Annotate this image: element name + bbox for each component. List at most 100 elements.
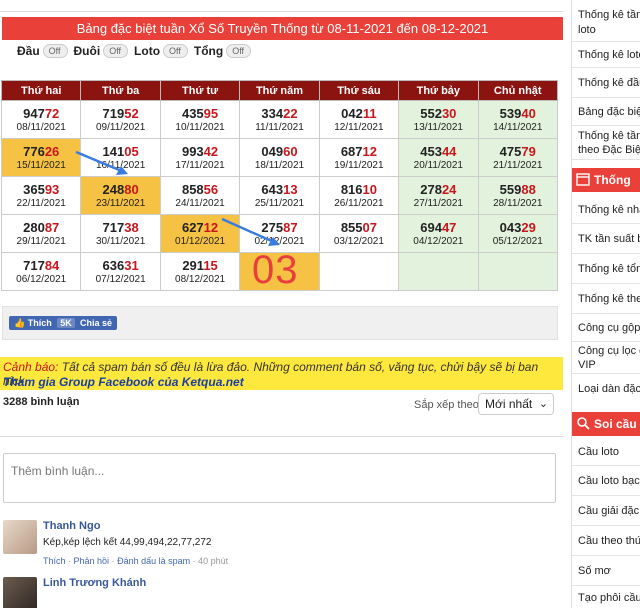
sidebar-item[interactable]: Tạo phôi cầu [572, 588, 640, 608]
sidebar-item[interactable]: Cầu loto [572, 438, 640, 466]
sidebar-item[interactable]: Thống kê theo [572, 284, 640, 314]
commenter-name[interactable]: Thanh Ngo [43, 520, 100, 532]
toggle-duoi[interactable]: Đuôi Off [74, 44, 129, 58]
sidebar-item[interactable]: Số mơ [572, 556, 640, 586]
prize-number-tail: 87 [283, 219, 298, 235]
prize-number-tail: 12 [362, 143, 377, 159]
prize-number: 77626 [2, 144, 80, 159]
table-cell: 29115 08/12/2021 [159, 252, 241, 291]
sidebar-item[interactable]: Công cụ lọc g [572, 344, 640, 358]
sidebar-item[interactable]: Thống kê tổn [572, 254, 640, 284]
prize-number-tail: 56 [203, 181, 219, 197]
prize-number-tail: 87 [44, 219, 60, 235]
table-row: 94772 08/11/2021 71952 09/11/2021 43595 10/11… [0, 100, 559, 139]
comment-time: 40 phút [198, 556, 229, 566]
toggle-switch[interactable]: Off [163, 44, 188, 58]
draw-date: 20/11/2021 [413, 159, 463, 171]
sidebar-item[interactable]: Bảng đặc biệ [572, 98, 640, 126]
draw-date: 30/11/2021 [95, 235, 146, 247]
sidebar-item[interactable]: TK tần suất b [572, 224, 640, 254]
sort-label: Sắp xếp theo [414, 399, 479, 411]
sort-select[interactable]: Mới nhất ⌄ [478, 393, 554, 415]
toggle-switch[interactable]: Off [103, 44, 129, 58]
prize-number: 33422 [240, 106, 318, 121]
table-cell: 77626 15/11/2021 [0, 138, 82, 177]
sidebar-item[interactable]: loto [572, 22, 640, 42]
sidebar-item[interactable]: Thống kê tần [572, 128, 640, 144]
prize-number-head: 627 [181, 219, 204, 235]
prize-number-tail: 10 [362, 181, 377, 197]
avatar[interactable] [3, 577, 37, 608]
prize-number-head: 453 [420, 143, 442, 159]
prize-number-head: 858 [181, 181, 204, 197]
reply-link[interactable]: Phản hồi [74, 556, 110, 566]
draw-date: 25/11/2021 [254, 197, 305, 209]
col-header: Thứ hai [0, 80, 82, 101]
toggle-tong[interactable]: Tổng Off [193, 44, 252, 58]
prize-number-head: 694 [420, 219, 442, 235]
sidebar-item[interactable]: Cầu giải đặc [572, 496, 640, 526]
table-cell: 68712 19/11/2021 [318, 138, 400, 177]
prize-number: 43595 [161, 106, 239, 121]
commenter-name[interactable]: Linh Trương Khánh [43, 577, 146, 589]
table-cell: 45344 20/11/2021 [398, 138, 479, 177]
comment-text: Kép,kép lệch kết 44,99,494,22,77,272 [43, 537, 212, 548]
mark-spam-link[interactable]: Đánh dấu là spam [117, 556, 190, 566]
prize-number-head: 687 [340, 143, 363, 159]
prize-number-tail: 60 [283, 143, 298, 159]
chevron-updown-icon: ⌄ [538, 398, 548, 410]
section-title: Soi cầu [594, 417, 637, 431]
spam-warning: Cảnh báo: Tất cả spam bán số đều là lừa … [0, 357, 563, 390]
like-link[interactable]: Thích [43, 556, 66, 566]
col-header: Thứ tư [159, 80, 241, 101]
prize-number-head: 993 [181, 143, 204, 159]
col-header: Thứ ba [80, 80, 161, 101]
sidebar-item[interactable]: theo Đặc Biệt [572, 143, 640, 160]
prize-number: 04960 [240, 144, 318, 159]
prize-number: 45344 [399, 144, 477, 159]
prize-number-head: 278 [420, 181, 442, 197]
sidebar-item[interactable]: Thống kê nha [572, 196, 640, 224]
prize-number: 36593 [2, 182, 80, 197]
main-column: Bảng đặc biệt tuần Xổ Số Truyền Thống từ… [0, 0, 563, 608]
toggle-label: Đuôi [73, 44, 101, 58]
toggle-bar: Đầu Off Đuôi Off Loto Off Tổng Off [17, 43, 257, 59]
sidebar-item[interactable]: Cầu theo thứ [572, 526, 640, 556]
sidebar-item[interactable]: Loại dàn đặc [572, 375, 640, 403]
draw-date: 04/12/2021 [413, 235, 464, 247]
table-cell: 36593 22/11/2021 [0, 176, 82, 215]
toggle-dau[interactable]: Đầu Off [17, 44, 68, 58]
table-cell: 04329 05/12/2021 [477, 214, 559, 253]
comment-input[interactable]: Thêm bình luận... [3, 453, 556, 503]
avatar[interactable] [3, 520, 37, 554]
prize-number-tail: 93 [44, 181, 60, 197]
prize-number: 69447 [399, 220, 477, 235]
toggle-switch[interactable]: Off [226, 44, 252, 58]
draw-date: 14/11/2021 [493, 121, 543, 133]
prize-number-head: 435 [181, 105, 204, 121]
draw-date: 15/11/2021 [16, 159, 66, 171]
facebook-like-button[interactable]: 👍 Thích 5K [9, 316, 80, 330]
prize-number-tail: 24 [441, 181, 457, 197]
comment-count: 3288 bình luận [3, 396, 80, 408]
prize-number-head: 947 [23, 105, 45, 121]
sidebar-item[interactable]: Thống kê lotc [572, 42, 640, 68]
toggle-label: Loto [134, 44, 161, 58]
prize-number: 85507 [320, 220, 398, 235]
sidebar-item[interactable]: Cầu loto bạch [572, 466, 640, 496]
table-cell: 27824 27/11/2021 [398, 176, 479, 215]
toggle-loto[interactable]: Loto Off [134, 44, 188, 58]
sidebar-item[interactable]: VIP [572, 358, 640, 374]
sidebar-item[interactable]: Công cụ gộp [572, 314, 640, 342]
draw-date: 18/11/2021 [254, 159, 305, 171]
facebook-group-link[interactable]: Tham gia Group Facebook của Ketqua.net [3, 375, 244, 389]
prize-number-tail: 13 [283, 181, 298, 197]
prize-number-tail: 07 [362, 219, 377, 235]
sidebar-item[interactable]: Thống kê đầu [572, 68, 640, 98]
prize-number-tail: 15 [203, 257, 218, 273]
table-cell: 43595 10/11/2021 [159, 100, 241, 139]
toggle-label: Tổng [193, 44, 224, 58]
toggle-switch[interactable]: Off [42, 44, 68, 58]
prize-number: 04329 [479, 220, 557, 235]
facebook-share-button[interactable]: Chia sẻ [75, 316, 118, 330]
